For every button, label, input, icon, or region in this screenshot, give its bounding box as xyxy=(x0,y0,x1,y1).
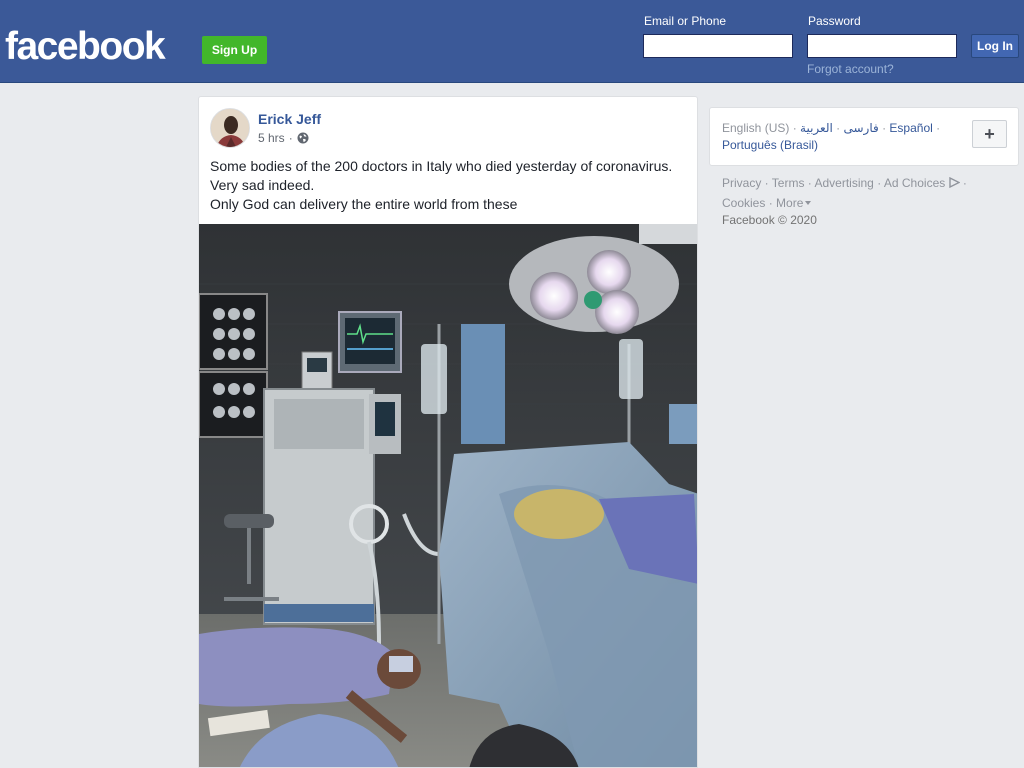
footer: Privacy · Terms · Advertising · Ad Choic… xyxy=(722,175,1012,229)
footer-ad-choices[interactable]: Ad Choices xyxy=(883,176,961,193)
language-sep: · xyxy=(878,121,890,135)
footer-sep: · xyxy=(804,176,815,190)
footer-sep: · xyxy=(959,176,967,190)
ad-choices-icon xyxy=(948,176,961,193)
footer-more-label: More xyxy=(776,196,804,210)
language-selector: English (US) · فارسی · العربية · Español… xyxy=(709,107,1019,166)
email-field[interactable] xyxy=(643,34,793,58)
language-arabic[interactable]: العربية xyxy=(800,121,833,135)
post-text-line: Very sad indeed. xyxy=(210,177,315,193)
footer-sep: · xyxy=(765,196,777,210)
footer-sep: · xyxy=(873,176,884,190)
footer-copyright: Facebook © 2020 xyxy=(722,213,817,227)
post-time[interactable]: 5 hrs xyxy=(258,131,285,145)
caret-down-icon xyxy=(805,193,812,210)
language-farsi[interactable]: فارسی xyxy=(844,121,879,135)
post-card: Erick Jeff 5 hrs · Some bodies of the 20… xyxy=(198,96,698,768)
footer-terms[interactable]: Terms xyxy=(772,176,805,190)
language-spanish[interactable]: Español xyxy=(889,121,932,135)
language-portuguese[interactable]: Português (Brasil) xyxy=(722,138,818,152)
post-meta: 5 hrs · xyxy=(258,131,309,145)
avatar[interactable] xyxy=(210,108,250,148)
post-text-line: Only God can delivery the entire world f… xyxy=(210,196,518,212)
language-list: English (US) · فارسی · العربية · Español… xyxy=(722,120,967,154)
globe-icon[interactable] xyxy=(297,132,309,144)
log-in-button[interactable]: Log In xyxy=(971,34,1019,58)
operating-room-photo xyxy=(199,224,697,767)
footer-privacy[interactable]: Privacy xyxy=(722,176,761,190)
facebook-logo[interactable]: facebook xyxy=(5,24,166,70)
language-sep: · xyxy=(932,121,941,135)
password-field[interactable] xyxy=(807,34,957,58)
forgot-account-link[interactable]: Forgot account? xyxy=(807,62,894,76)
email-label: Email or Phone xyxy=(644,14,727,28)
meta-separator: · xyxy=(288,131,293,145)
top-bar: facebook Sign Up Email or Phone Password… xyxy=(0,0,1024,83)
post-text-line: Some bodies of the 200 doctors in Italy … xyxy=(210,158,673,174)
footer-more[interactable]: More xyxy=(776,193,812,210)
sign-up-button[interactable]: Sign Up xyxy=(202,36,267,64)
post-message: Some bodies of the 200 doctors in Italy … xyxy=(210,157,690,214)
footer-advertising[interactable]: Advertising xyxy=(814,176,873,190)
post-photo[interactable] xyxy=(199,224,697,767)
post-author[interactable]: Erick Jeff xyxy=(258,111,321,127)
language-sep: · xyxy=(832,121,844,135)
footer-sep: · xyxy=(761,176,772,190)
avatar-image xyxy=(211,109,249,147)
footer-cookies[interactable]: Cookies xyxy=(722,196,765,210)
footer-ad-choices-label: Ad Choices xyxy=(883,176,946,190)
password-label: Password xyxy=(808,14,861,28)
plus-icon[interactable]: + xyxy=(972,120,1007,148)
language-sep: · xyxy=(789,121,801,135)
language-current: English (US) xyxy=(722,121,790,135)
